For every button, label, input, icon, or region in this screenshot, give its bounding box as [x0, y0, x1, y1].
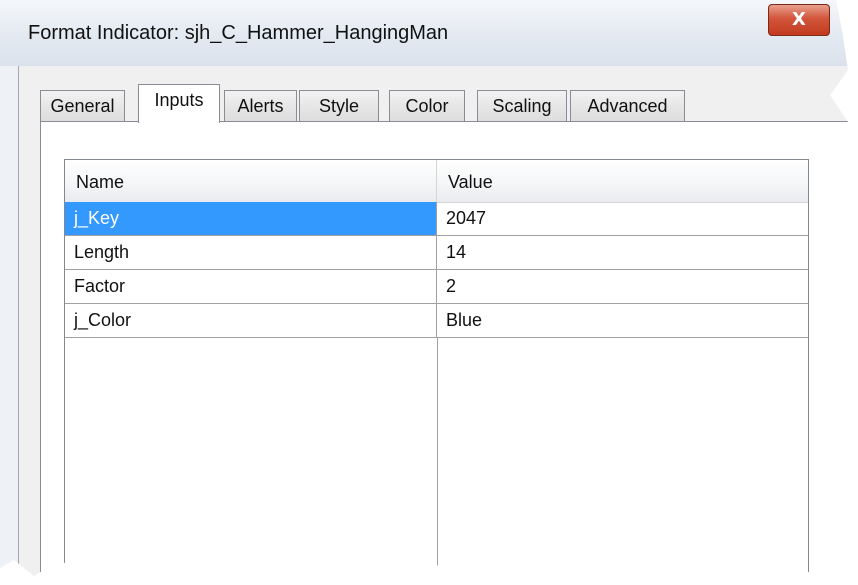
tab-color[interactable]: Color	[389, 90, 465, 122]
tab-label: Inputs	[154, 90, 204, 110]
tab-label: General	[50, 96, 115, 116]
input-name-cell[interactable]: j_Key	[65, 202, 437, 235]
tab-label: Advanced	[587, 96, 668, 116]
tab-alerts[interactable]: Alerts	[224, 90, 297, 122]
table-row[interactable]: j_Color Blue	[65, 304, 808, 338]
input-value-cell[interactable]: 2047	[437, 202, 808, 235]
title-bar[interactable]: Format Indicator: sjh_C_Hammer_HangingMa…	[0, 0, 853, 66]
window-title: Format Indicator: sjh_C_Hammer_HangingMa…	[28, 22, 449, 44]
input-name-cell[interactable]: j_Color	[65, 304, 437, 337]
tab-style[interactable]: Style	[299, 90, 379, 122]
table-row[interactable]: j_Key 2047	[65, 202, 808, 236]
input-name-cell[interactable]: Factor	[65, 270, 437, 303]
input-value-cell[interactable]: Blue	[437, 304, 808, 337]
inputs-grid[interactable]: Name Value j_Key 2047 Length 14 Factor 2…	[64, 159, 809, 582]
tab-label: Alerts	[237, 96, 284, 116]
screenshot-stage: Format Indicator: sjh_C_Hammer_HangingMa…	[0, 0, 858, 585]
format-indicator-dialog: Format Indicator: sjh_C_Hammer_HangingMa…	[0, 0, 853, 582]
close-button[interactable]: X	[768, 4, 830, 36]
table-row[interactable]: Factor 2	[65, 270, 808, 304]
tab-inputs[interactable]: Inputs	[138, 84, 220, 123]
input-name-cell[interactable]: Length	[65, 236, 437, 269]
grid-header: Name Value	[65, 160, 808, 203]
input-value-cell[interactable]: 2	[437, 270, 808, 303]
column-header-value[interactable]: Value	[437, 160, 808, 202]
tab-advanced[interactable]: Advanced	[570, 90, 685, 122]
tab-label: Style	[318, 96, 360, 116]
column-divider	[437, 338, 438, 582]
close-icon: X	[792, 9, 806, 30]
tab-scaling[interactable]: Scaling	[477, 90, 567, 122]
tab-general[interactable]: General	[40, 90, 125, 122]
input-value-cell[interactable]: 14	[437, 236, 808, 269]
tab-label: Color	[405, 96, 449, 116]
column-header-name[interactable]: Name	[65, 160, 437, 202]
tab-label: Scaling	[492, 96, 552, 116]
table-row[interactable]: Length 14	[65, 236, 808, 270]
